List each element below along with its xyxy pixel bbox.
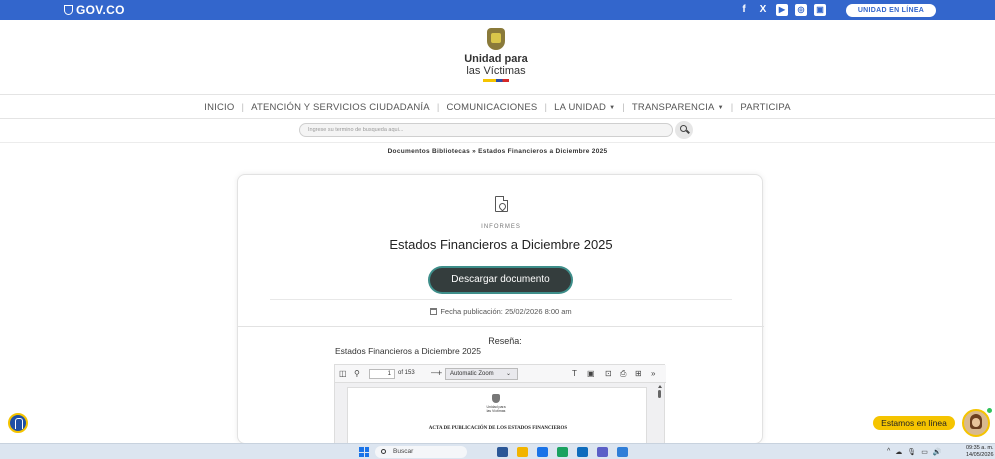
chat-online-bubble[interactable]: Estamos en línea bbox=[873, 416, 955, 430]
calendar-icon bbox=[430, 308, 438, 315]
site-search-input[interactable]: Ingrese su termino de busqueda aqui... bbox=[299, 123, 673, 137]
save-icon[interactable]: ⊞ bbox=[635, 369, 642, 378]
online-status-dot bbox=[986, 407, 993, 414]
search-button[interactable] bbox=[675, 121, 693, 139]
image-tool-icon[interactable]: ⊡ bbox=[605, 369, 612, 378]
taskbar-search[interactable]: Buscar bbox=[375, 446, 467, 458]
accessibility-button[interactable] bbox=[8, 413, 28, 433]
caret-down-icon: ▼ bbox=[717, 104, 724, 111]
taskbar-app-icon[interactable] bbox=[537, 447, 548, 457]
gov-co-label: GOV.CO bbox=[76, 3, 125, 17]
gov-co-logo[interactable]: GOV.CO bbox=[64, 3, 125, 17]
unidad-en-linea-button[interactable]: UNIDAD EN LÍNEA bbox=[846, 4, 936, 17]
gov-topbar: GOV.CO f X ▶ ◎ ▣ UNIDAD EN LÍNEA bbox=[0, 0, 995, 20]
page-number-input[interactable]: 1 bbox=[369, 369, 395, 379]
main-nav: INICIO | ATENCIÓN Y SERVICIOS CIUDADANÍA… bbox=[0, 100, 995, 114]
volume-icon[interactable]: 🔊 bbox=[933, 448, 942, 456]
nav-separator: | bbox=[730, 101, 734, 113]
brand-logo[interactable]: Unidad para las Víctimas bbox=[451, 28, 541, 82]
nav-item-transparencia[interactable]: TRANSPARENCIA ▼ bbox=[632, 102, 724, 113]
zoom-value: Automatic Zoom bbox=[450, 371, 494, 377]
card-section-divider bbox=[238, 326, 764, 327]
taskbar-app-icon[interactable] bbox=[557, 447, 568, 457]
pdf-file-icon bbox=[495, 196, 508, 212]
zoom-select[interactable]: Automatic Zoom ⌄ bbox=[445, 368, 518, 380]
search-divider bbox=[0, 142, 995, 143]
taskbar-app-icon[interactable] bbox=[617, 447, 628, 457]
search-icon bbox=[381, 449, 386, 454]
cloud-icon[interactable]: ☁ bbox=[895, 448, 902, 456]
flickr-icon[interactable]: ▣ bbox=[814, 4, 826, 16]
nav-item-comunicaciones[interactable]: COMUNICACIONES bbox=[446, 102, 537, 113]
clock-date: 14/05/2026 bbox=[966, 452, 994, 458]
x-twitter-icon[interactable]: X bbox=[757, 4, 769, 16]
taskbar-app-icon[interactable] bbox=[517, 447, 528, 457]
publication-date-text: Fecha publicación: 25/02/2026 8:00 am bbox=[440, 307, 572, 316]
nav-item-inicio[interactable]: INICIO bbox=[204, 102, 234, 113]
search-icon bbox=[680, 125, 687, 132]
pdf-viewer[interactable]: ◫ ⚲ 1 of 153 — + Automatic Zoom ⌄ T ▣ ⊡ ⎙… bbox=[334, 364, 666, 445]
nav-separator: | bbox=[241, 101, 245, 113]
page-seal-icon bbox=[492, 394, 500, 403]
sidebar-toggle-icon[interactable]: ◫ bbox=[339, 369, 347, 378]
pdf-page: Unidad para las Víctimas ACTA DE PUBLICA… bbox=[347, 387, 647, 445]
text-tool-icon[interactable]: T bbox=[572, 369, 577, 378]
taskbar-app-icon[interactable] bbox=[497, 447, 508, 457]
taskbar-clock[interactable]: 09:35 a. m. 14/05/2026 bbox=[966, 445, 994, 459]
coat-of-arms-icon bbox=[487, 28, 505, 50]
viewer-scrollbar[interactable] bbox=[657, 385, 662, 399]
breadcrumb[interactable]: Documentos Bibliotecas » Estados Financi… bbox=[0, 148, 995, 155]
windows-start-icon[interactable] bbox=[359, 447, 369, 457]
header-divider bbox=[0, 94, 995, 95]
mic-icon[interactable]: 🎙 bbox=[907, 448, 916, 456]
download-document-button[interactable]: Descargar documento bbox=[430, 268, 571, 292]
social-links: f X ▶ ◎ ▣ bbox=[738, 4, 826, 16]
publication-date: Fecha publicación: 25/02/2026 8:00 am bbox=[238, 307, 764, 316]
zoom-in-button[interactable]: + bbox=[437, 368, 442, 378]
tray-overflow-icon[interactable]: ^ bbox=[887, 448, 890, 456]
document-title: Estados Financieros a Diciembre 2025 bbox=[389, 237, 613, 252]
flag-stripe-icon bbox=[483, 79, 509, 82]
taskbar-apps bbox=[497, 447, 628, 457]
system-tray: ^ ☁ 🎙 ▭ 🔊 bbox=[887, 448, 942, 456]
youtube-icon[interactable]: ▶ bbox=[776, 4, 788, 16]
draw-tool-icon[interactable]: ▣ bbox=[587, 369, 595, 378]
document-category: INFORMES bbox=[481, 224, 521, 230]
brand-line2: las Víctimas bbox=[466, 65, 526, 77]
nav-item-atencion[interactable]: ATENCIÓN Y SERVICIOS CIUDADANÍA bbox=[251, 102, 430, 113]
more-tools-icon[interactable]: » bbox=[651, 369, 655, 378]
nav-item-participa[interactable]: PARTICIPA bbox=[740, 102, 790, 113]
nav-item-label: LA UNIDAD bbox=[554, 101, 607, 113]
print-icon[interactable]: ⎙ bbox=[620, 369, 626, 379]
nav-item-label: TRANSPARENCIA bbox=[631, 101, 715, 113]
nav-separator: | bbox=[544, 101, 548, 113]
resena-text: Estados Financieros a Diciembre 2025 bbox=[335, 346, 481, 356]
taskbar-app-icon[interactable] bbox=[597, 447, 608, 457]
clock-time: 09:35 a. m. bbox=[966, 445, 994, 451]
gov-shield-icon bbox=[64, 5, 73, 15]
resena-label: Reseña: bbox=[488, 336, 522, 346]
pdf-toolbar: ◫ ⚲ 1 of 153 — + Automatic Zoom ⌄ T ▣ ⊡ ⎙… bbox=[335, 365, 666, 383]
find-icon[interactable]: ⚲ bbox=[354, 369, 360, 378]
taskbar-search-label: Buscar bbox=[393, 448, 414, 455]
caret-down-icon: ▼ bbox=[609, 104, 616, 111]
nav-item-la-unidad[interactable]: LA UNIDAD ▼ bbox=[554, 102, 615, 113]
facebook-icon[interactable]: f bbox=[738, 4, 750, 16]
display-icon[interactable]: ▭ bbox=[921, 448, 928, 456]
chat-agent-avatar[interactable] bbox=[962, 409, 990, 437]
nav-separator: | bbox=[622, 101, 625, 113]
brand-line1: Unidad para bbox=[464, 53, 528, 65]
nav-divider bbox=[0, 118, 995, 119]
taskbar-app-icon[interactable] bbox=[577, 447, 588, 457]
page-org-name: Unidad para las Víctimas bbox=[476, 405, 516, 413]
instagram-icon[interactable]: ◎ bbox=[795, 4, 807, 16]
card-divider bbox=[270, 299, 732, 300]
page-heading: ACTA DE PUBLICACIÓN DE LOS ESTADOS FINAN… bbox=[428, 426, 568, 431]
windows-taskbar: Buscar ^ ☁ 🎙 ▭ 🔊 09:35 a. m. 14/05/2026 bbox=[0, 443, 995, 459]
nav-separator: | bbox=[436, 101, 440, 113]
page-count: of 153 bbox=[398, 370, 415, 376]
chevron-down-icon: ⌄ bbox=[505, 371, 511, 377]
page-org-line2: las Víctimas bbox=[486, 409, 506, 413]
